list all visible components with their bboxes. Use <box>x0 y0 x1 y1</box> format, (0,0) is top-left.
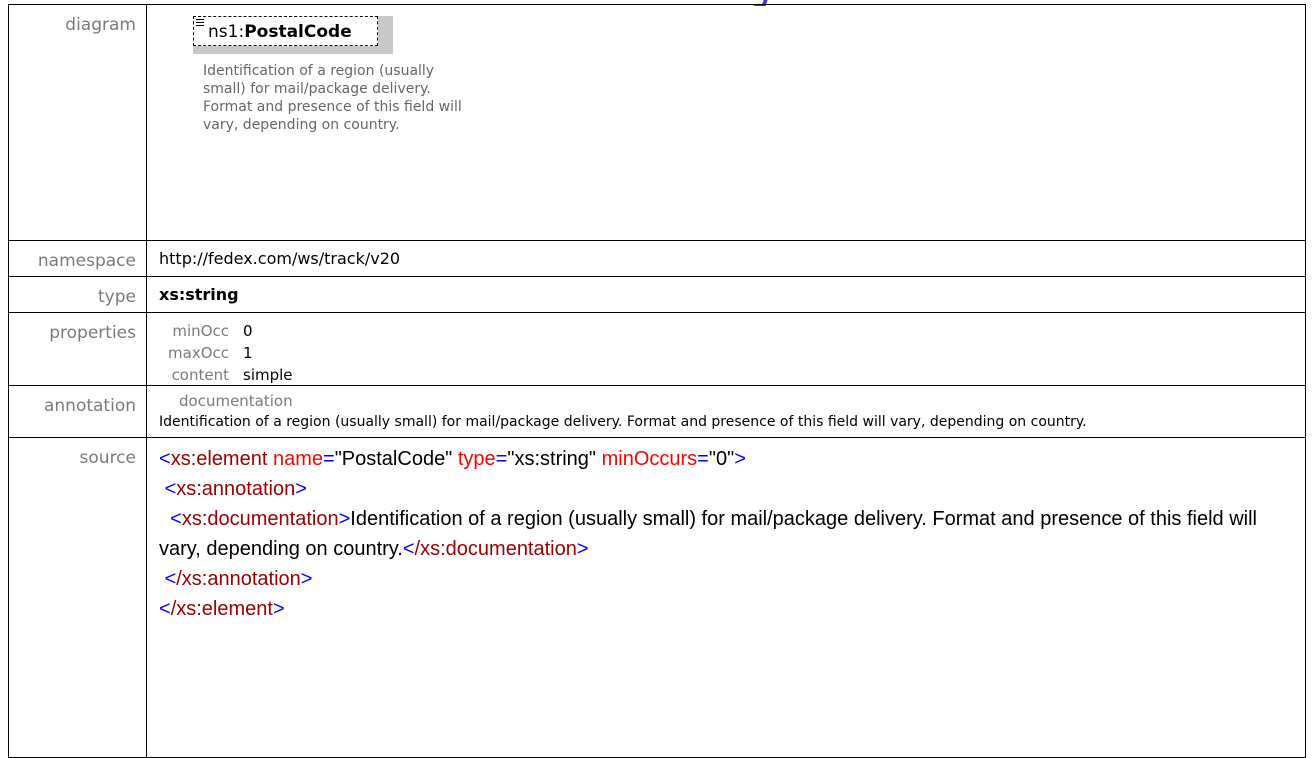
prop-value: 1 <box>243 344 253 362</box>
element-doc-table: diagram ns1:PostalCode Identification of… <box>8 4 1306 758</box>
type-cell: xs:string <box>146 276 1306 313</box>
properties-label: properties <box>8 312 147 386</box>
element-diagram-box[interactable]: ns1:PostalCode <box>193 16 393 54</box>
src-attr: type <box>457 448 496 470</box>
src-tag: /xs:element <box>170 598 273 620</box>
element-prefix: ns1: <box>208 22 245 42</box>
row-namespace: namespace http://fedex.com/ws/track/v20 <box>8 240 1306 277</box>
row-source: source <xs:element name="PostalCode" typ… <box>8 437 1306 758</box>
prop-key: maxOcc <box>168 344 229 362</box>
src-tag: /xs:documentation <box>414 538 577 560</box>
prop-value: simple <box>243 366 293 384</box>
diagram-label: diagram <box>8 4 147 241</box>
row-properties: properties minOcc 0 maxOcc 1 content sim… <box>8 312 1306 386</box>
type-value[interactable]: xs:string <box>159 285 239 304</box>
diagram-cell: ns1:PostalCode Identification of a regio… <box>146 4 1306 241</box>
source-code: <xs:element name="PostalCode" type="xs:s… <box>159 448 1263 620</box>
src-tag: /xs:annotation <box>176 568 301 590</box>
src-attr: name <box>272 448 323 470</box>
namespace-value: http://fedex.com/ws/track/v20 <box>146 240 1306 277</box>
element-local-name: PostalCode <box>244 22 352 42</box>
annotation-text: Identification of a region (usually smal… <box>159 414 1087 430</box>
row-annotation: annotation documentation Identification … <box>8 385 1306 438</box>
namespace-label: namespace <box>8 240 147 277</box>
element-name: ns1:PostalCode <box>208 22 352 42</box>
type-label: type <box>8 276 147 313</box>
source-label: source <box>8 437 147 758</box>
src-attr: minOccurs <box>601 448 698 470</box>
row-diagram: diagram ns1:PostalCode Identification of… <box>8 4 1306 241</box>
prop-key: content <box>171 366 229 384</box>
properties-cell: minOcc 0 maxOcc 1 content simple <box>146 312 1306 386</box>
annotation-label: annotation <box>8 385 147 438</box>
prop-key: minOcc <box>172 322 229 340</box>
src-attr-value: "0" <box>708 448 735 470</box>
row-type: type xs:string <box>8 276 1306 313</box>
src-tag: xs:documentation <box>181 508 339 530</box>
src-tag: xs:annotation <box>176 478 296 500</box>
annotation-cell: documentation Identification of a region… <box>146 385 1306 438</box>
src-attr-value: "PostalCode" <box>334 448 453 470</box>
element-box: ns1:PostalCode <box>193 16 378 46</box>
prop-value: 0 <box>243 322 253 340</box>
src-tag: xs:element <box>170 448 268 470</box>
diagram-description: Identification of a region (usually smal… <box>203 63 462 133</box>
properties-grid: minOcc 0 maxOcc 1 content simple <box>159 321 1293 385</box>
source-cell: <xs:element name="PostalCode" type="xs:s… <box>146 437 1306 758</box>
src-attr-value: "xs:string" <box>507 448 597 470</box>
annotation-heading: documentation <box>179 392 293 410</box>
documentation-lines-icon <box>196 19 204 27</box>
